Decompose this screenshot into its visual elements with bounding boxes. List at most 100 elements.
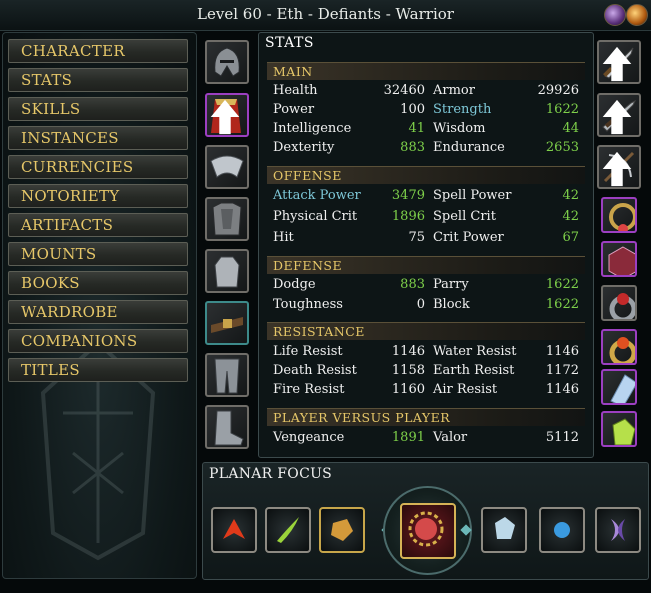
stat-label: Attack Power bbox=[273, 188, 361, 203]
nav-stats[interactable]: STATS bbox=[8, 68, 188, 92]
nav-currencies[interactable]: CURRENCIES bbox=[8, 155, 188, 179]
planar-slot-4[interactable] bbox=[481, 507, 527, 553]
stat-label: Spell Power bbox=[433, 188, 512, 203]
ranged-slot[interactable] bbox=[597, 145, 641, 189]
seal-icon bbox=[608, 246, 635, 275]
planar-focus-title: PLANAR FOCUS bbox=[209, 466, 333, 482]
stats-panel: STATS MAIN OFFENSE DEFENSE RESISTANCE PL… bbox=[258, 32, 594, 458]
major-planar-slot[interactable] bbox=[383, 486, 472, 575]
life-planar-icon bbox=[277, 517, 299, 543]
nav-instances[interactable]: INSTANCES bbox=[8, 126, 188, 150]
stat-value: 1622 bbox=[545, 297, 579, 312]
nav-companions[interactable]: COMPANIONS bbox=[8, 329, 188, 353]
planar-slot-5[interactable] bbox=[539, 507, 585, 553]
stat-value: 2653 bbox=[545, 140, 579, 155]
helmet-icon bbox=[214, 47, 240, 77]
stat-value: 1160 bbox=[391, 382, 425, 397]
cape-slot[interactable] bbox=[205, 93, 249, 137]
nav-character[interactable]: CHARACTER bbox=[8, 39, 188, 63]
upgrade-arrow-icon bbox=[210, 99, 240, 135]
air-planar-icon bbox=[554, 522, 570, 538]
calling-orb-icon[interactable] bbox=[626, 4, 648, 26]
stat-value: 42 bbox=[562, 209, 579, 224]
death-planar-icon bbox=[611, 519, 625, 541]
helmet-slot[interactable] bbox=[205, 40, 249, 84]
stat-value: 1146 bbox=[545, 344, 579, 359]
stat-row: Health 32460 Armor 29926 bbox=[273, 83, 585, 102]
nav-titles[interactable]: TITLES bbox=[8, 358, 188, 382]
stat-value: 67 bbox=[562, 230, 579, 245]
stat-row: Dexterity 883 Endurance 2653 bbox=[273, 140, 585, 159]
stat-value: 75 bbox=[408, 230, 425, 245]
pvp-section-header: PLAYER VERSUS PLAYER bbox=[267, 408, 585, 426]
stat-label: Armor bbox=[433, 83, 475, 98]
stat-label: Block bbox=[433, 297, 470, 312]
stat-label: Toughness bbox=[273, 297, 343, 312]
water-planar-icon bbox=[495, 517, 515, 539]
stat-label: Parry bbox=[433, 277, 469, 292]
main-hand-slot[interactable] bbox=[597, 40, 641, 84]
stat-row: Dodge 883 Parry 1622 bbox=[273, 277, 585, 296]
stat-value: 1896 bbox=[391, 209, 425, 224]
boots-slot[interactable] bbox=[205, 405, 249, 449]
chest-slot[interactable] bbox=[205, 197, 249, 241]
stat-label: Death Resist bbox=[273, 363, 357, 378]
stat-row: Death Resist 1158 Earth Resist 1172 bbox=[273, 363, 585, 382]
guild-orb-icon[interactable] bbox=[604, 4, 626, 26]
stat-label: Valor bbox=[433, 430, 468, 445]
gloves-slot[interactable] bbox=[205, 249, 249, 293]
offense-section-header: OFFENSE bbox=[267, 166, 585, 184]
shoulders-slot[interactable] bbox=[205, 145, 249, 189]
leggings-slot[interactable] bbox=[205, 353, 249, 397]
stat-value: 1622 bbox=[545, 277, 579, 292]
nav-panel: CHARACTER STATS SKILLS INSTANCES CURRENC… bbox=[2, 32, 197, 579]
stat-value: 883 bbox=[400, 277, 425, 292]
stat-value: 3479 bbox=[391, 188, 425, 203]
character-title: Level 60 - Eth - Defiants - Warrior bbox=[197, 5, 454, 23]
title-bar: Level 60 - Eth - Defiants - Warrior bbox=[0, 0, 651, 31]
nav-books[interactable]: BOOKS bbox=[8, 271, 188, 295]
stat-label: Hit bbox=[273, 230, 294, 245]
synergy-crystal-slot[interactable] bbox=[601, 411, 637, 447]
ring-slot-2[interactable] bbox=[601, 329, 637, 365]
stat-row: Hit 75 Crit Power 67 bbox=[273, 230, 585, 249]
earth-planar-icon bbox=[331, 519, 353, 541]
belt-slot[interactable] bbox=[205, 301, 249, 345]
planar-slot-2[interactable] bbox=[265, 507, 311, 553]
neck-slot[interactable] bbox=[601, 197, 637, 233]
stat-value: 42 bbox=[562, 188, 579, 203]
nav-skills[interactable]: SKILLS bbox=[8, 97, 188, 121]
stat-value: 1172 bbox=[545, 363, 579, 378]
stat-label: Life Resist bbox=[273, 344, 343, 359]
stat-label: Crit Power bbox=[433, 230, 504, 245]
stat-value: 0 bbox=[416, 297, 425, 312]
stat-label: Fire Resist bbox=[273, 382, 345, 397]
stat-value: 44 bbox=[562, 121, 579, 136]
stat-label: Dexterity bbox=[273, 140, 335, 155]
belt-icon bbox=[211, 317, 243, 333]
stat-value: 100 bbox=[400, 102, 425, 117]
nav-artifacts[interactable]: ARTIFACTS bbox=[8, 213, 188, 237]
nav-notoriety[interactable]: NOTORIETY bbox=[8, 184, 188, 208]
nav-mounts[interactable]: MOUNTS bbox=[8, 242, 188, 266]
ring-slot-1[interactable] bbox=[601, 285, 637, 321]
stat-value: 1891 bbox=[391, 430, 425, 445]
main-section-header: MAIN bbox=[267, 62, 585, 80]
trinket-slot[interactable] bbox=[601, 369, 637, 405]
planar-focus-panel: PLANAR FOCUS bbox=[202, 462, 649, 580]
stat-value: 1158 bbox=[391, 363, 425, 378]
stat-row: Intelligence 41 Wisdom 44 bbox=[273, 121, 585, 140]
stat-row: Power 100 Strength 1622 bbox=[273, 102, 585, 121]
necklace-icon bbox=[609, 203, 635, 231]
planar-slot-6[interactable] bbox=[595, 507, 641, 553]
off-hand-slot[interactable] bbox=[597, 93, 641, 137]
stat-label: Physical Crit bbox=[273, 209, 358, 224]
upgrade-arrow-icon bbox=[602, 99, 632, 135]
nav-wardrobe[interactable]: WARDROBE bbox=[8, 300, 188, 324]
planar-slot-3[interactable] bbox=[319, 507, 365, 553]
seal-slot[interactable] bbox=[601, 241, 637, 277]
stat-label: Spell Crit bbox=[433, 209, 496, 224]
planar-slot-1[interactable] bbox=[211, 507, 257, 553]
fire-planar-icon bbox=[223, 519, 245, 539]
resistance-section-header: RESISTANCE bbox=[267, 322, 585, 340]
